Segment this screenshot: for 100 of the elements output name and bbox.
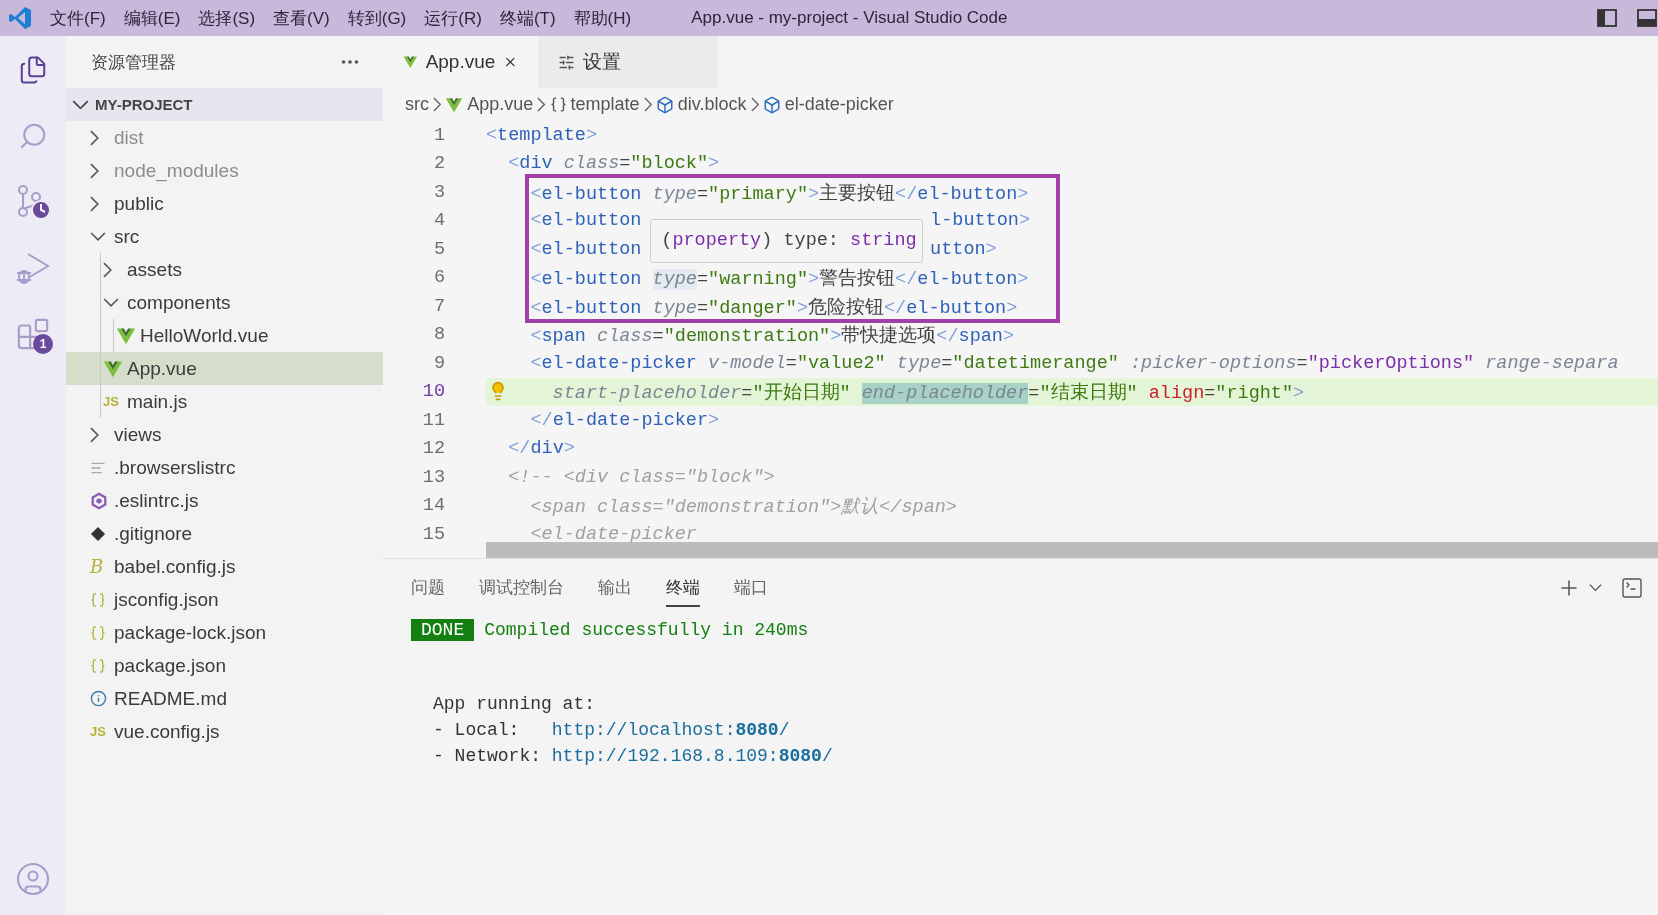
breadcrumb-item[interactable]: div.block: [677, 94, 747, 115]
menu-item[interactable]: 运行(R): [424, 6, 482, 30]
folder-item[interactable]: components: [66, 286, 383, 319]
activity-button[interactable]: 1: [13, 314, 53, 354]
url-link[interactable]: http://localhost:8080/: [551, 717, 790, 743]
sidebar-toggle-icon[interactable]: [1596, 7, 1618, 29]
file-item[interactable]: JS vue.config.js: [66, 715, 383, 748]
chevron-right-icon: [750, 97, 759, 112]
item-name: App.vue: [127, 357, 197, 380]
search-icon: [18, 121, 48, 151]
item-name: assets: [127, 258, 182, 281]
terminal-text: - Network:: [433, 745, 543, 768]
item-name: package.json: [114, 654, 226, 677]
line-number: 2: [432, 153, 446, 175]
settings-icon: [558, 53, 575, 71]
folder-item[interactable]: src: [66, 220, 383, 253]
line-number: 13: [421, 466, 446, 488]
file-item[interactable]: B babel.config.js: [66, 550, 383, 583]
item-name: main.js: [127, 390, 188, 413]
menu-item[interactable]: 选择(S): [198, 6, 256, 30]
menu-item[interactable]: 转到(G): [347, 6, 407, 30]
file-item[interactable]: README.md: [66, 682, 383, 715]
code-line: l-button>: [930, 210, 1030, 232]
item-name: src: [114, 225, 140, 248]
file-item[interactable]: package-lock.json: [66, 616, 383, 649]
line-number: 5: [432, 238, 446, 260]
hover-tooltip: (property) type: string: [650, 218, 924, 263]
editor-tab[interactable]: 设置: [538, 36, 718, 88]
status-badge: DONE: [411, 619, 475, 641]
file-item[interactable]: .browserslistrc: [66, 451, 383, 484]
code-line: <el-button: [529, 210, 642, 232]
menu-item[interactable]: 帮助(H): [573, 6, 632, 30]
item-name: .eslintrc.js: [114, 489, 199, 512]
panel-toggle-icon[interactable]: [1636, 7, 1658, 29]
compile-message: Compiled successfully in 240ms: [484, 620, 809, 640]
window-title: App.vue - my-project - Visual Studio Code: [691, 8, 1009, 28]
notification-badge: 1: [33, 334, 53, 354]
breadcrumb-item[interactable]: src: [405, 94, 429, 115]
file-item[interactable]: JS main.js: [66, 385, 383, 418]
file-item[interactable]: .eslintrc.js: [66, 484, 383, 517]
braces-icon: [90, 624, 106, 641]
item-name: HelloWorld.vue: [140, 324, 269, 347]
line-number: 3: [432, 181, 446, 203]
folder-item[interactable]: public: [66, 187, 383, 220]
file-item[interactable]: HelloWorld.vue: [66, 319, 383, 352]
horizontal-scrollbar[interactable]: [486, 542, 1658, 558]
info-icon: [90, 690, 107, 707]
breadcrumb-item[interactable]: App.vue: [467, 94, 534, 115]
code-line: <el-date-picker: [529, 523, 697, 545]
panel-tab[interactable]: 终端: [666, 569, 700, 607]
code-line: <!-- <div class="block">: [507, 466, 775, 488]
panel-tab[interactable]: 调试控制台: [479, 569, 564, 607]
file-item[interactable]: package.json: [66, 649, 383, 682]
terminal-text: - Local:: [433, 719, 521, 742]
code-line: <template>: [486, 124, 598, 146]
terminal-icon[interactable]: [1620, 576, 1644, 600]
project-header[interactable]: MY-PROJECT: [66, 88, 383, 121]
sidebar-title: 资源管理器: [91, 51, 176, 74]
file-item[interactable]: App.vue: [66, 352, 383, 385]
hexagon-icon: [90, 491, 108, 510]
chevron-right-icon: [537, 97, 546, 112]
breadcrumb-item[interactable]: template: [570, 94, 640, 115]
line-number: 1: [432, 124, 446, 146]
extensions-icon: [16, 317, 50, 351]
code-line: <el-button type="warning">警告按钮</el-button>: [529, 267, 1029, 291]
vue-icon: [445, 95, 464, 114]
cube-icon: [655, 95, 674, 114]
line-number: 12: [421, 438, 446, 460]
code-line: <el-button type="danger">危险按钮</el-button>: [529, 296, 1018, 319]
code-line: </el-date-picker>: [529, 409, 720, 431]
menu-item[interactable]: 终端(T): [499, 6, 556, 30]
item-name: node_modules: [114, 159, 239, 182]
chevron-down-icon[interactable]: [1589, 584, 1602, 592]
menu-item[interactable]: 编辑(E): [123, 6, 181, 30]
js-file-icon: JS: [90, 725, 106, 738]
menu-item[interactable]: 查看(V): [273, 6, 330, 30]
item-name: jsconfig.json: [114, 588, 219, 611]
panel-tab[interactable]: 端口: [734, 569, 768, 607]
line-number: 15: [421, 523, 446, 545]
braces-icon: [90, 657, 106, 674]
panel-tab[interactable]: 问题: [411, 569, 445, 607]
code-line: <el-button: [529, 238, 642, 260]
files-icon: [18, 55, 48, 85]
code-line: <span class="demonstration">默认</span>: [529, 496, 957, 519]
item-name: babel.config.js: [114, 555, 236, 578]
folder-item[interactable]: views: [66, 418, 383, 451]
babel-file-icon: B: [90, 557, 104, 576]
line-number: 6: [432, 267, 446, 289]
item-name: .browserslistrc: [114, 456, 236, 479]
file-item[interactable]: .gitignore: [66, 517, 383, 550]
breadcrumb-item[interactable]: el-date-picker: [784, 94, 894, 115]
file-item[interactable]: jsconfig.json: [66, 583, 383, 616]
url-link[interactable]: http://192.168.8.109:8080/: [551, 743, 833, 769]
code-line: <span class="demonstration">带快捷选项</span>: [529, 324, 1015, 348]
line-number: 4: [432, 210, 446, 232]
chevron-right-icon: [643, 97, 652, 112]
menu-item[interactable]: 文件(F): [50, 6, 106, 30]
folder-item[interactable]: assets: [66, 253, 383, 286]
item-name: components: [127, 291, 231, 314]
panel-tab[interactable]: 输出: [598, 569, 632, 607]
